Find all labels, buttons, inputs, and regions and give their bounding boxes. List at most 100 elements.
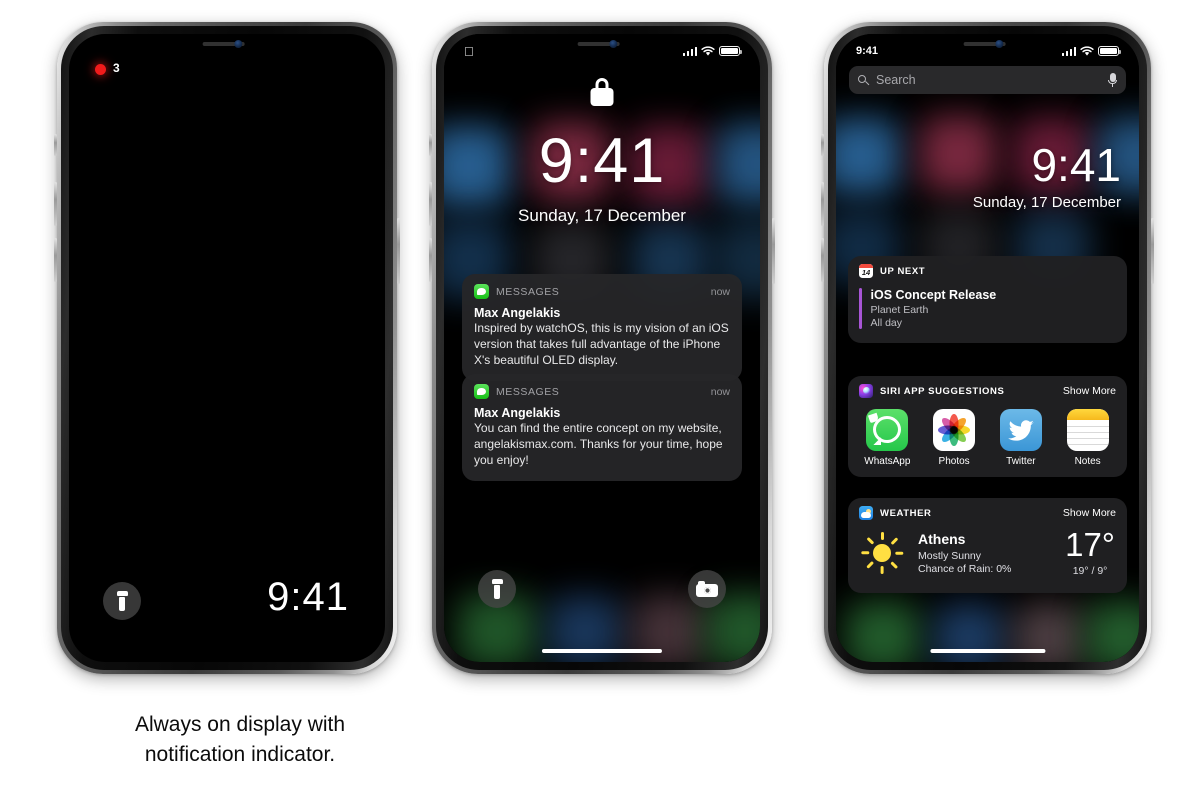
status-bar-time: 9:41 <box>856 45 879 57</box>
show-more-button[interactable]: Show More <box>1063 385 1116 397</box>
microphone-icon[interactable] <box>1108 73 1117 87</box>
notes-icon <box>1066 409 1109 451</box>
weather-icon <box>859 506 873 520</box>
weather-city: Athens <box>918 530 966 547</box>
phone-always-on-display: 3 9:41 <box>54 22 400 674</box>
caption: Always on display with notification indi… <box>90 710 390 770</box>
apple-logo-icon:  <box>464 45 474 58</box>
notification-count: 3 <box>113 61 120 75</box>
cellular-signal-icon <box>682 46 697 56</box>
twitter-icon <box>999 409 1042 451</box>
messages-icon <box>474 384 489 399</box>
aod-clock: 9:41 <box>267 575 349 619</box>
widget-up-next[interactable]: 14 UP NEXT iOS Concept Release Planet Ea… <box>848 256 1127 343</box>
flashlight-icon <box>116 591 128 611</box>
app-shortcut-notes[interactable]: Notes <box>1060 409 1116 467</box>
app-suggestions-row: WhatsApp Photos Twitter Notes <box>848 402 1127 477</box>
app-label: Twitter <box>1006 456 1036 467</box>
show-more-button[interactable]: Show More <box>1063 507 1116 519</box>
power-button[interactable] <box>1151 218 1154 284</box>
volume-down-button[interactable] <box>54 238 57 282</box>
mute-switch[interactable] <box>54 134 57 156</box>
phone-bezel: 9:41 Search 9:41 Sunday, 17 December 14 … <box>828 26 1147 670</box>
notification-body: You can find the entire concept on my we… <box>474 421 723 467</box>
calendar-day-number: 14 <box>861 268 871 277</box>
app-label: Photos <box>938 456 970 467</box>
volume-down-button[interactable] <box>429 238 432 282</box>
volume-up-button[interactable] <box>429 182 432 226</box>
notification-indicator-dot <box>95 64 106 75</box>
home-indicator[interactable] <box>541 649 663 653</box>
app-shortcut-photos[interactable]: Photos <box>926 409 982 467</box>
volume-up-button[interactable] <box>54 182 57 226</box>
siri-icon <box>859 384 873 398</box>
widget-header: WEATHER Show More <box>848 498 1127 524</box>
notification-header: MESSAGES now <box>474 384 730 399</box>
status-bar-left:  <box>464 45 474 58</box>
volume-down-button[interactable] <box>821 238 824 282</box>
event-color-bar <box>859 288 862 329</box>
front-camera-icon <box>994 40 1003 48</box>
notification-timestamp: now <box>710 285 730 298</box>
flashlight-button[interactable] <box>103 582 141 620</box>
notification-card[interactable]: MESSAGES now Max Angelakis Inspired by w… <box>462 274 742 381</box>
weather-rain-chance: Chance of Rain: 0% <box>918 562 1012 575</box>
today-date: Sunday, 17 December <box>972 194 1121 211</box>
phone3-screen[interactable]: 9:41 Search 9:41 Sunday, 17 December 14 … <box>836 34 1139 662</box>
event-title: iOS Concept Release <box>870 288 997 302</box>
lock-clock: 9:41 <box>538 126 666 196</box>
notification-app-name: MESSAGES <box>496 285 560 298</box>
cellular-signal-icon <box>1061 46 1076 56</box>
weather-details: Athens Mostly Sunny Chance of Rain: 0% <box>918 531 1011 575</box>
notification-app-name: MESSAGES <box>496 385 560 398</box>
wifi-icon <box>701 45 715 56</box>
search-icon <box>858 74 869 86</box>
search-bar[interactable]: Search <box>849 66 1126 94</box>
notification-card[interactable]: MESSAGES now Max Angelakis You can find … <box>462 374 742 481</box>
weather-high-low: 19° / 9° <box>1072 565 1108 577</box>
power-button[interactable] <box>397 218 400 284</box>
notification-title: Max Angelakis <box>474 406 561 420</box>
app-shortcut-whatsapp[interactable]: WhatsApp <box>859 409 915 467</box>
phone-lock-screen:  9:41 <box>429 22 775 674</box>
app-label: WhatsApp <box>864 456 911 467</box>
battery-icon <box>719 46 742 56</box>
widget-siri-suggestions[interactable]: SIRI APP SUGGESTIONS Show More WhatsApp <box>848 376 1127 477</box>
status-bar-left: 9:41 <box>856 45 878 57</box>
screenshot-canvas: 3 9:41 9:41 Sunday, 17 December MESSAGES… <box>0 0 1200 796</box>
widget-header: 14 UP NEXT <box>848 256 1127 282</box>
app-label: Notes <box>1074 456 1101 467</box>
front-camera-icon <box>609 40 618 48</box>
home-indicator[interactable] <box>929 649 1046 653</box>
messages-icon <box>474 284 489 299</box>
camera-button[interactable] <box>688 570 726 608</box>
status-bar-right <box>1061 45 1121 57</box>
mute-switch[interactable] <box>429 134 432 156</box>
app-shortcut-twitter[interactable]: Twitter <box>993 409 1049 467</box>
weather-condition: Mostly Sunny <box>918 549 982 562</box>
weather-body: Athens Mostly Sunny Chance of Rain: 0% 1… <box>848 524 1127 593</box>
whatsapp-icon <box>866 409 909 451</box>
flashlight-icon <box>491 579 503 599</box>
widget-header: SIRI APP SUGGESTIONS Show More <box>848 376 1127 402</box>
notification-title: Max Angelakis <box>474 306 561 320</box>
event-row[interactable]: iOS Concept Release Planet Earth All day <box>848 282 1127 343</box>
widget-title: SIRI APP SUGGESTIONS <box>880 385 1005 397</box>
weather-temperature-block: 17° 19° / 9° <box>1065 528 1115 577</box>
flashlight-button[interactable] <box>478 570 516 608</box>
photos-icon <box>933 409 976 451</box>
caption-line-2: notification indicator. <box>144 742 336 766</box>
search-placeholder: Search <box>876 73 916 87</box>
widget-title: WEATHER <box>880 507 932 519</box>
power-button[interactable] <box>772 218 775 284</box>
widget-weather[interactable]: WEATHER Show More Athens Mostly Sunny Ch… <box>848 498 1127 593</box>
notification-timestamp: now <box>710 385 730 398</box>
front-camera-icon <box>234 40 243 48</box>
status-bar-right <box>682 45 742 57</box>
sun-icon <box>860 531 904 575</box>
volume-up-button[interactable] <box>821 182 824 226</box>
phone2-screen[interactable]:  9:41 <box>444 34 760 662</box>
phone1-screen[interactable]: 3 9:41 <box>69 34 385 662</box>
notification-body: Inspired by watchOS, this is my vision o… <box>474 321 729 367</box>
mute-switch[interactable] <box>821 134 824 156</box>
